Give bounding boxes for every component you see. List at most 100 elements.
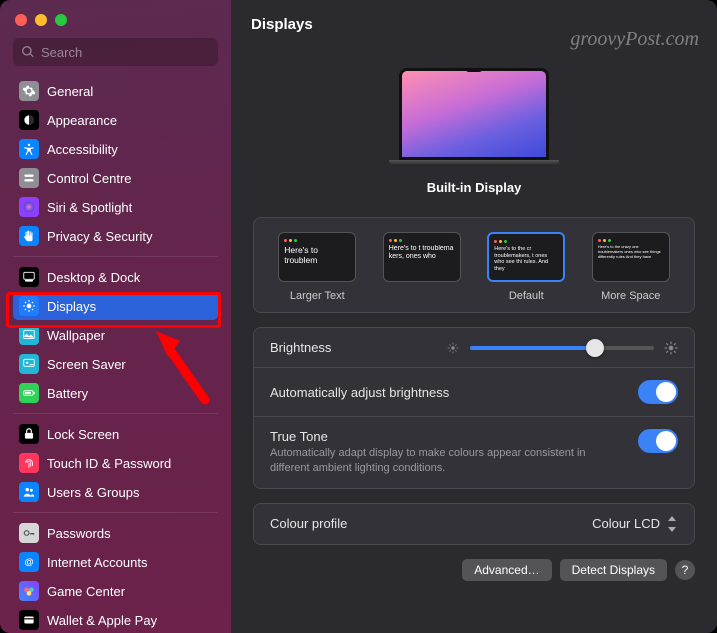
- page-title: Displays: [231, 0, 717, 48]
- resolution-thumbnail: Here's to the crazy one troublemakers on…: [592, 232, 670, 282]
- close-window-button[interactable]: [15, 14, 27, 26]
- dock-icon: [19, 267, 39, 287]
- sidebar-item-label: Game Center: [47, 584, 125, 599]
- resolution-option-label: Larger Text: [290, 290, 345, 302]
- users-icon: [19, 482, 39, 502]
- brightness-label: Brightness: [270, 340, 331, 355]
- sidebar-item-control-centre[interactable]: Control Centre: [13, 164, 218, 192]
- sidebar-item-label: Battery: [47, 386, 88, 401]
- resolution-option-2[interactable]: Here's to the cr troublemakers, t ones w…: [479, 232, 574, 302]
- resolution-sample-text: Here's to the cr troublemakers, t ones w…: [494, 246, 558, 272]
- control-centre-icon: [19, 168, 39, 188]
- sidebar-item-displays[interactable]: Displays: [13, 292, 218, 320]
- sidebar-item-touch-id[interactable]: Touch ID & Password: [13, 449, 218, 477]
- sidebar-item-label: Passwords: [47, 526, 111, 541]
- colour-profile-label: Colour profile: [270, 516, 347, 531]
- sidebar-item-internet-accounts[interactable]: @ Internet Accounts: [13, 548, 218, 576]
- sidebar-item-label: Appearance: [47, 113, 117, 128]
- hand-icon: [19, 226, 39, 246]
- sidebar-item-accessibility[interactable]: Accessibility: [13, 135, 218, 163]
- sidebar-item-game-center[interactable]: Game Center: [13, 577, 218, 605]
- resolution-sample-text: Here's to troublem: [284, 245, 350, 265]
- sidebar-item-privacy[interactable]: Privacy & Security: [13, 222, 218, 250]
- footer-buttons: Advanced… Detect Displays ?: [253, 559, 695, 581]
- sidebar-item-label: Desktop & Dock: [47, 270, 140, 285]
- auto-brightness-label: Automatically adjust brightness: [270, 385, 449, 400]
- sidebar-item-label: Wallpaper: [47, 328, 105, 343]
- detect-displays-button[interactable]: Detect Displays: [560, 559, 667, 581]
- sidebar-item-label: Users & Groups: [47, 485, 139, 500]
- brightness-icon: [19, 296, 39, 316]
- brightness-panel: Brightness Automatically adjust brightne…: [253, 327, 695, 489]
- sidebar-item-wallet[interactable]: Wallet & Apple Pay: [13, 606, 218, 633]
- siri-icon: [19, 197, 39, 217]
- maximize-window-button[interactable]: [55, 14, 67, 26]
- sidebar-item-wallpaper[interactable]: Wallpaper: [13, 321, 218, 349]
- svg-text:@: @: [24, 557, 33, 567]
- system-settings-window: groovyPost.com GeneralAppearanceAccessib…: [0, 0, 717, 633]
- brightness-row: Brightness: [254, 328, 694, 367]
- resolution-option-label: More Space: [601, 290, 660, 302]
- true-tone-description: Automatically adapt display to make colo…: [270, 446, 620, 476]
- help-button[interactable]: ?: [675, 560, 695, 580]
- resolution-sample-text: Here's to t troublema kers, ones who: [389, 245, 455, 262]
- sidebar-item-label: Touch ID & Password: [47, 456, 171, 471]
- at-icon: @: [19, 552, 39, 572]
- sidebar-item-label: General: [47, 84, 93, 99]
- resolution-option-label: Default: [509, 290, 544, 302]
- sidebar-item-siri[interactable]: Siri & Spotlight: [13, 193, 218, 221]
- sidebar: General Appearance Accessibility Control Ce…: [0, 0, 231, 633]
- sidebar-item-label: Internet Accounts: [47, 555, 147, 570]
- sidebar-item-label: Privacy & Security: [47, 229, 152, 244]
- game-center-icon: [19, 581, 39, 601]
- macbook-illustration: [399, 68, 549, 166]
- resolution-thumbnail: Here's to the cr troublemakers, t ones w…: [487, 232, 565, 282]
- resolution-panel: Here's to troublemLarger TextHere's to t…: [253, 217, 695, 313]
- window-traffic-lights: [0, 10, 231, 38]
- colour-profile-value: Colour LCD: [592, 516, 660, 531]
- true-tone-label: True Tone: [270, 429, 620, 444]
- advanced-button[interactable]: Advanced…: [462, 559, 551, 581]
- brightness-low-icon: [446, 341, 460, 355]
- sidebar-item-label: Siri & Spotlight: [47, 200, 132, 215]
- auto-brightness-row: Automatically adjust brightness: [254, 367, 694, 416]
- lock-icon: [19, 424, 39, 444]
- sidebar-item-screen-saver[interactable]: Screen Saver: [13, 350, 218, 378]
- minimize-window-button[interactable]: [35, 14, 47, 26]
- chevron-up-down-icon: [666, 516, 678, 532]
- sidebar-item-passwords[interactable]: Passwords: [13, 519, 218, 547]
- brightness-high-icon: [664, 341, 678, 355]
- sidebar-item-label: Wallet & Apple Pay: [47, 613, 157, 628]
- search-wrap: [13, 38, 218, 66]
- resolution-option-0[interactable]: Here's to troublem Larger Text: [270, 232, 365, 302]
- sidebar-item-lock-screen[interactable]: Lock Screen: [13, 420, 218, 448]
- gear-icon: [19, 81, 39, 101]
- colour-profile-select[interactable]: Colour LCD: [592, 516, 678, 532]
- sidebar-item-battery[interactable]: Battery: [13, 379, 218, 407]
- sidebar-item-label: Control Centre: [47, 171, 132, 186]
- sidebar-item-label: Screen Saver: [47, 357, 126, 372]
- brightness-slider[interactable]: [470, 346, 654, 350]
- resolution-option-1[interactable]: Here's to t troublema kers, ones who: [375, 232, 470, 302]
- display-hero: Built-in Display: [253, 48, 695, 203]
- true-tone-row: True Tone Automatically adapt display to…: [254, 416, 694, 488]
- search-input[interactable]: [13, 38, 218, 66]
- key-icon: [19, 523, 39, 543]
- sidebar-item-label: Accessibility: [47, 142, 118, 157]
- sidebar-item-appearance[interactable]: Appearance: [13, 106, 218, 134]
- sidebar-item-users-groups[interactable]: Users & Groups: [13, 478, 218, 506]
- sidebar-item-desktop-dock[interactable]: Desktop & Dock: [13, 263, 218, 291]
- auto-brightness-toggle[interactable]: [638, 380, 678, 404]
- accessibility-icon: [19, 139, 39, 159]
- wallet-icon: [19, 610, 39, 630]
- colour-profile-row: Colour profile Colour LCD: [254, 504, 694, 544]
- sidebar-item-general[interactable]: General: [13, 77, 218, 105]
- battery-icon: [19, 383, 39, 403]
- resolution-sample-text: Here's to the crazy one troublemakers on…: [598, 245, 664, 259]
- resolution-option-3[interactable]: Here's to the crazy one troublemakers on…: [584, 232, 679, 302]
- fingerprint-icon: [19, 453, 39, 473]
- screensaver-icon: [19, 354, 39, 374]
- true-tone-toggle[interactable]: [638, 429, 678, 453]
- search-icon: [21, 45, 35, 59]
- main-content: Displays Built-in Display Here's to trou…: [231, 0, 717, 633]
